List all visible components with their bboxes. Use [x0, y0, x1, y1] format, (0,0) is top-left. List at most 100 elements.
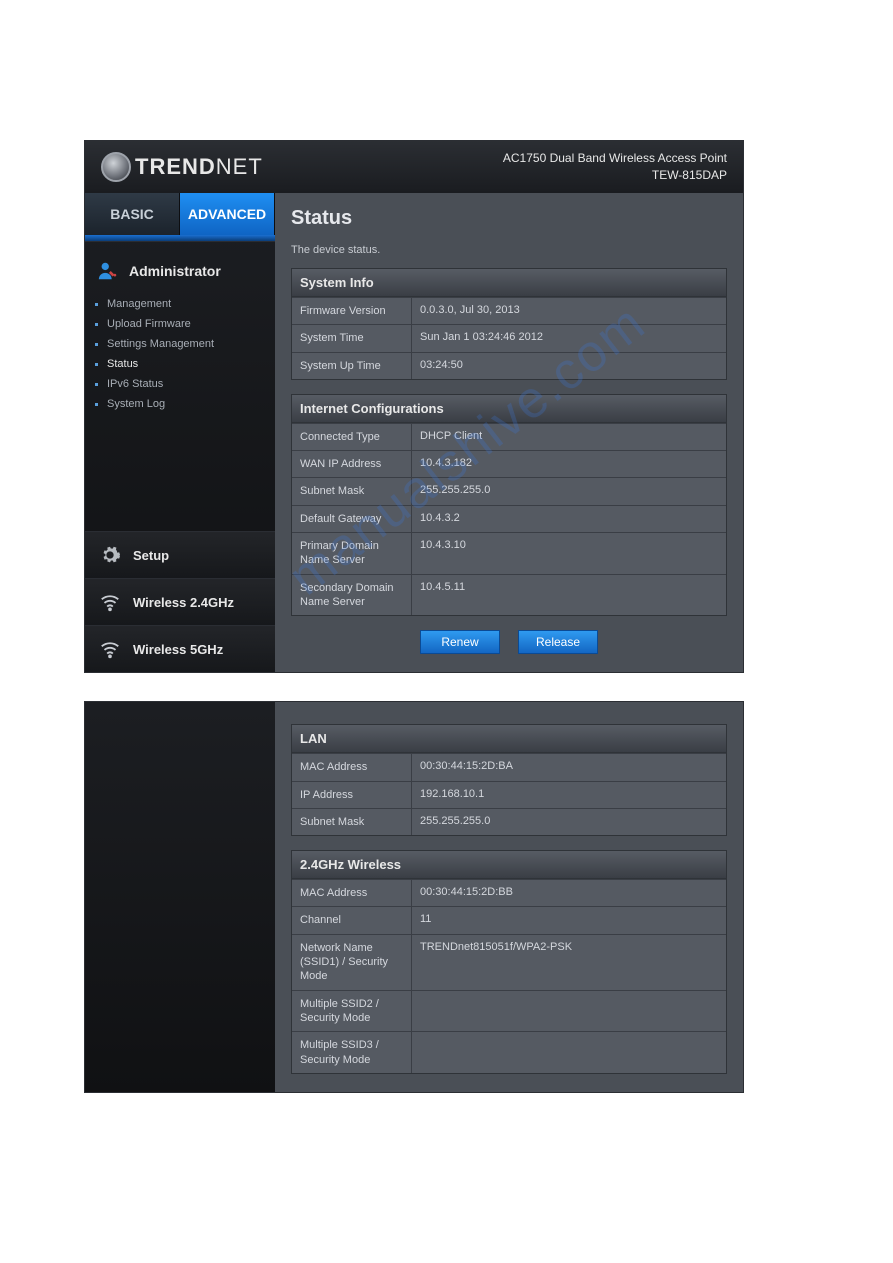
row-key: IP Address: [292, 782, 412, 808]
sidebar-item-management[interactable]: Management: [107, 294, 275, 314]
lan-header: LAN: [292, 725, 726, 753]
page-title: Status: [291, 207, 727, 230]
sidebar-item-ipv6-status[interactable]: IPv6 Status: [107, 374, 275, 394]
table-row: MAC Address00:30:44:15:2D:BA: [292, 753, 726, 780]
nav-setup-label: Setup: [133, 548, 169, 563]
nav-wireless-24-label: Wireless 2.4GHz: [133, 595, 234, 610]
nav-administrator-header[interactable]: Administrator: [85, 252, 275, 290]
product-model: TEW-815DAP: [503, 167, 727, 184]
row-key: Firmware Version: [292, 298, 412, 324]
row-value: 10.4.3.182: [412, 451, 726, 477]
row-value: 11: [412, 907, 726, 933]
release-button[interactable]: Release: [518, 630, 598, 654]
product-info: AC1750 Dual Band Wireless Access Point T…: [503, 150, 727, 184]
system-info-header: System Info: [292, 269, 726, 297]
table-row: Connected TypeDHCP Client: [292, 423, 726, 450]
row-value: 10.4.3.2: [412, 506, 726, 532]
table-row: Network Name (SSID1) / Security ModeTREN…: [292, 934, 726, 990]
wifi-24-icon: [99, 591, 121, 613]
row-value: 00:30:44:15:2D:BB: [412, 880, 726, 906]
row-key: Default Gateway: [292, 506, 412, 532]
renew-button[interactable]: Renew: [420, 630, 500, 654]
table-row: Firmware Version0.0.3.0, Jul 30, 2013: [292, 297, 726, 324]
table-row: Primary Domain Name Server10.4.3.10: [292, 532, 726, 574]
table-row: Secondary Domain Name Server10.4.5.11: [292, 574, 726, 616]
table-row: Default Gateway10.4.3.2: [292, 505, 726, 532]
brand-light: NET: [216, 154, 263, 179]
table-row: Subnet Mask255.255.255.0: [292, 808, 726, 835]
row-key: MAC Address: [292, 880, 412, 906]
sidebar-empty: [85, 702, 275, 1092]
row-key: Primary Domain Name Server: [292, 533, 412, 574]
table-row: Multiple SSID2 / Security Mode: [292, 990, 726, 1032]
row-key: Multiple SSID3 / Security Mode: [292, 1032, 412, 1073]
row-value: 192.168.10.1: [412, 782, 726, 808]
internet-config-header: Internet Configurations: [292, 395, 726, 423]
table-row: Channel11: [292, 906, 726, 933]
wireless-24-header: 2.4GHz Wireless: [292, 851, 726, 879]
brand: TRENDNET: [101, 152, 263, 182]
sidebar: BASIC ADVANCED Administrator Management …: [85, 193, 275, 672]
row-value: DHCP Client: [412, 424, 726, 450]
wireless-24-table: 2.4GHz Wireless MAC Address00:30:44:15:2…: [291, 850, 727, 1074]
nav-wireless-24[interactable]: Wireless 2.4GHz: [85, 578, 275, 625]
status-panel-bottom: LAN MAC Address00:30:44:15:2D:BA IP Addr…: [84, 701, 744, 1093]
administrator-icon: [97, 260, 119, 282]
row-value: [412, 1032, 726, 1073]
brand-logo-icon: [101, 152, 131, 182]
table-row: WAN IP Address10.4.3.182: [292, 450, 726, 477]
row-value: 03:24:50: [412, 353, 726, 379]
content: Status The device status. System Info Fi…: [275, 193, 743, 672]
internet-config-table: Internet Configurations Connected TypeDH…: [291, 394, 727, 616]
product-line: AC1750 Dual Band Wireless Access Point: [503, 150, 727, 167]
sidebar-item-settings-management[interactable]: Settings Management: [107, 334, 275, 354]
tab-advanced[interactable]: ADVANCED: [180, 193, 275, 235]
row-key: Secondary Domain Name Server: [292, 575, 412, 616]
brand-strong: TREND: [135, 154, 216, 179]
nav-wireless-5-label: Wireless 5GHz: [133, 642, 223, 657]
row-value: 255.255.255.0: [412, 809, 726, 835]
table-row: System Up Time03:24:50: [292, 352, 726, 379]
nav-setup[interactable]: Setup: [85, 531, 275, 578]
sidebar-item-status[interactable]: Status: [107, 354, 275, 374]
header: TRENDNET AC1750 Dual Band Wireless Acces…: [85, 141, 743, 193]
nav-administrator-section: Administrator Management Upload Firmware…: [85, 241, 275, 432]
status-panel-top: TRENDNET AC1750 Dual Band Wireless Acces…: [84, 140, 744, 673]
row-value: 0.0.3.0, Jul 30, 2013: [412, 298, 726, 324]
lan-table: LAN MAC Address00:30:44:15:2D:BA IP Addr…: [291, 724, 727, 836]
row-key: Subnet Mask: [292, 809, 412, 835]
row-value: 00:30:44:15:2D:BA: [412, 754, 726, 780]
row-value: TRENDnet815051f/WPA2-PSK: [412, 935, 726, 990]
row-key: System Time: [292, 325, 412, 351]
row-value: 255.255.255.0: [412, 478, 726, 504]
wifi-5-icon: [99, 638, 121, 660]
tabs: BASIC ADVANCED: [85, 193, 275, 235]
page-description: The device status.: [291, 244, 727, 256]
row-value: 10.4.3.10: [412, 533, 726, 574]
sidebar-item-upload-firmware[interactable]: Upload Firmware: [107, 314, 275, 334]
row-key: WAN IP Address: [292, 451, 412, 477]
content-bottom: LAN MAC Address00:30:44:15:2D:BA IP Addr…: [275, 702, 743, 1092]
gear-icon: [99, 544, 121, 566]
row-value: Sun Jan 1 03:24:46 2012: [412, 325, 726, 351]
tab-basic[interactable]: BASIC: [85, 193, 180, 235]
table-row: Multiple SSID3 / Security Mode: [292, 1031, 726, 1073]
sidebar-item-system-log[interactable]: System Log: [107, 394, 275, 414]
brand-text: TRENDNET: [135, 154, 263, 180]
nav-wireless-5[interactable]: Wireless 5GHz: [85, 625, 275, 672]
row-value: [412, 991, 726, 1032]
table-row: Subnet Mask255.255.255.0: [292, 477, 726, 504]
row-key: Subnet Mask: [292, 478, 412, 504]
button-row: Renew Release: [291, 630, 727, 654]
system-info-table: System Info Firmware Version0.0.3.0, Jul…: [291, 268, 727, 380]
row-key: MAC Address: [292, 754, 412, 780]
row-key: System Up Time: [292, 353, 412, 379]
row-value: 10.4.5.11: [412, 575, 726, 616]
table-row: System TimeSun Jan 1 03:24:46 2012: [292, 324, 726, 351]
row-key: Connected Type: [292, 424, 412, 450]
table-row: IP Address192.168.10.1: [292, 781, 726, 808]
table-row: MAC Address00:30:44:15:2D:BB: [292, 879, 726, 906]
row-key: Channel: [292, 907, 412, 933]
nav-administrator-label: Administrator: [129, 263, 221, 279]
row-key: Network Name (SSID1) / Security Mode: [292, 935, 412, 990]
